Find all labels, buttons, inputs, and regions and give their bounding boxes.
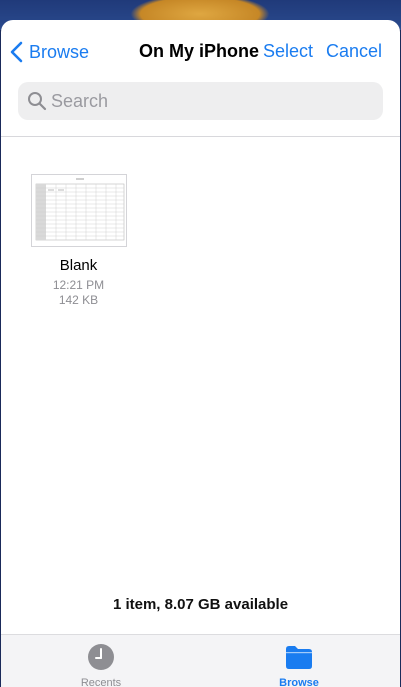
select-button[interactable]: Select	[263, 41, 313, 62]
file-item[interactable]: Blank 12:21 PM 142 KB	[21, 174, 136, 308]
tab-browse-label: Browse	[279, 677, 319, 687]
file-picker-sheet: Browse On My iPhone Select Cancel Search	[1, 20, 400, 687]
tab-browse[interactable]: Browse	[259, 643, 339, 687]
spreadsheet-preview-icon	[31, 175, 126, 246]
folder-icon	[286, 646, 312, 669]
tab-recents[interactable]: Recents	[61, 643, 141, 687]
chevron-left-icon	[10, 41, 23, 63]
file-name: Blank	[59, 257, 98, 274]
file-thumbnail	[30, 174, 127, 247]
clock-icon	[88, 644, 114, 670]
storage-status: 1 item, 8.07 GB available	[112, 596, 289, 613]
search-icon	[28, 92, 47, 111]
file-modified-time: 12:21 PM	[52, 278, 105, 292]
search-placeholder: Search	[51, 90, 109, 111]
divider	[1, 136, 400, 137]
navigation-bar: Browse On My iPhone Select Cancel	[1, 20, 400, 80]
search-field[interactable]: Search	[18, 82, 383, 120]
back-button[interactable]: Browse	[9, 40, 89, 64]
tab-recents-label: Recents	[80, 677, 122, 687]
tab-bar: Recents Browse	[1, 634, 400, 687]
page-title: On My iPhone	[139, 41, 260, 61]
cancel-button[interactable]: Cancel	[326, 41, 382, 62]
file-size: 142 KB	[58, 293, 99, 307]
back-button-label: Browse	[29, 41, 90, 62]
